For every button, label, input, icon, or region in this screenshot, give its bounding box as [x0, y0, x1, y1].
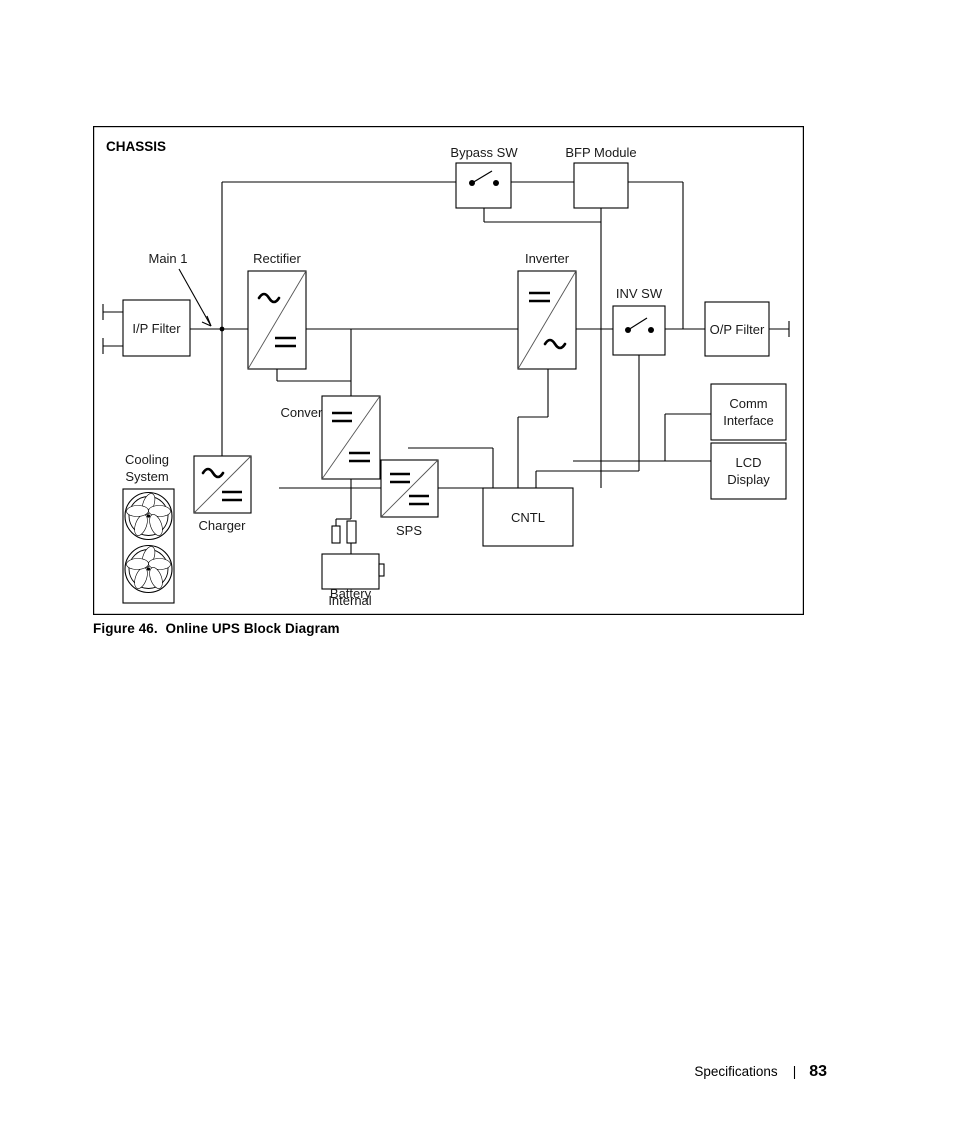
block-cntl: CNTL — [482, 487, 574, 547]
rectifier-label: Rectifier — [253, 251, 301, 266]
op-filter-label: O/P Filter — [710, 322, 765, 337]
block-bfp-module: BFP Module — [565, 145, 637, 209]
bypass-sw-label: Bypass SW — [450, 145, 518, 160]
lcd-display-label-line2: Display — [727, 472, 770, 487]
block-op-filter: O/P Filter — [704, 301, 770, 357]
charger-label: Charger — [199, 518, 247, 533]
block-charger: Charger — [193, 455, 252, 533]
ups-block-diagram-svg: CHASSIS I/P Filter Main 1 Rectifier Bypa… — [93, 126, 804, 615]
bfp-module-label: BFP Module — [565, 145, 636, 160]
main1-label: Main 1 — [148, 251, 187, 266]
comm-interface-label-line2: Interface — [723, 413, 774, 428]
chassis-label: CHASSIS — [106, 139, 166, 154]
cntl-label: CNTL — [511, 510, 545, 525]
chassis-boundary — [93, 126, 804, 615]
inv-sw-label: INV SW — [616, 286, 663, 301]
block-lcd-display: LCD Display — [710, 442, 787, 500]
page: CHASSIS I/P Filter Main 1 Rectifier Bypa… — [0, 0, 954, 1145]
internal-battery-label-line1: Internal — [328, 593, 371, 608]
footer-section-label: Specifications — [694, 1064, 778, 1079]
page-footer: Specifications | 83 — [694, 1063, 827, 1081]
block-bypass-sw: Bypass SW — [450, 145, 518, 209]
figure-caption: Figure 46. Online UPS Block Diagram — [93, 621, 340, 636]
sps-label: SPS — [396, 523, 422, 538]
figure-block-diagram: CHASSIS I/P Filter Main 1 Rectifier Bypa… — [93, 126, 804, 615]
inverter-label: Inverter — [525, 251, 570, 266]
block-inv-sw: INV SW — [612, 286, 666, 356]
block-cooling-system: Cooling System — [122, 452, 175, 604]
block-comm-interface: Comm Interface — [710, 383, 787, 441]
comm-interface-label-line1: Comm — [729, 396, 767, 411]
block-ip-filter: I/P Filter — [122, 299, 191, 357]
ip-filter-label: I/P Filter — [132, 321, 181, 336]
footer-page-number: 83 — [809, 1063, 827, 1080]
cooling-system-label-line2: System — [125, 469, 168, 484]
cooling-system-label-line1: Cooling — [125, 452, 169, 467]
lcd-display-label-line1: LCD — [735, 455, 761, 470]
footer-separator: | — [792, 1064, 797, 1079]
